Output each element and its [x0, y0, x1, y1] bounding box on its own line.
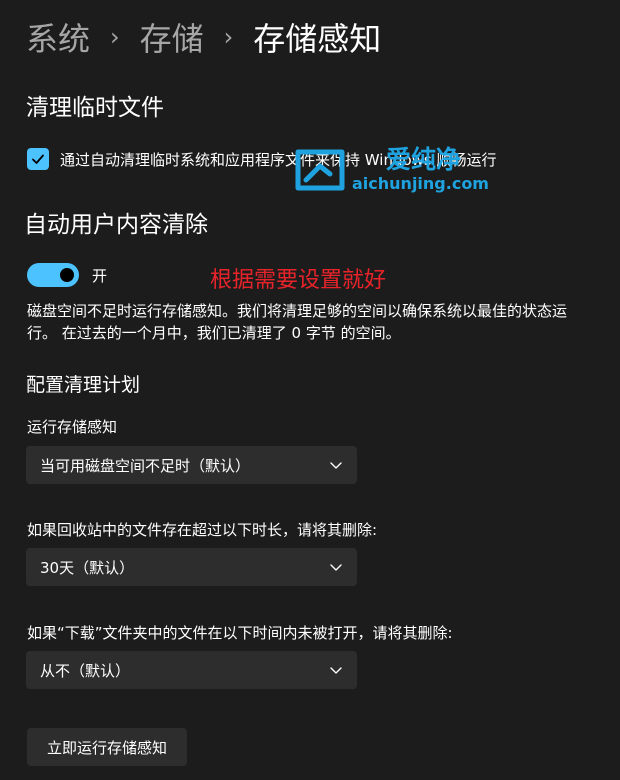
downloads-label: 如果“下载”文件夹中的文件在以下时间内未被打开，请将其删除:	[27, 624, 453, 642]
chevron-down-icon	[330, 667, 342, 674]
watermark: 爱纯净 aichunjing.com	[290, 140, 490, 196]
breadcrumb-system[interactable]: 系统	[26, 14, 90, 60]
watermark-name: 爱纯净	[386, 145, 462, 174]
downloads-dropdown[interactable]: 从不（默认）	[26, 651, 357, 689]
storage-sense-toggle[interactable]	[27, 263, 79, 287]
temp-files-checkbox[interactable]	[27, 148, 49, 170]
run-storage-sense-dropdown[interactable]: 当可用磁盘空间不足时（默认）	[26, 446, 357, 484]
checkmark-icon	[32, 154, 44, 164]
toggle-state-label: 开	[92, 267, 108, 285]
breadcrumb-storage[interactable]: 存储	[140, 14, 204, 60]
watermark-url: aichunjing.com	[352, 174, 489, 193]
run-storage-sense-label: 运行存储感知	[27, 418, 118, 436]
run-storage-sense-value: 当可用磁盘空间不足时（默认）	[40, 456, 251, 475]
recycle-bin-dropdown[interactable]: 30天（默认）	[26, 548, 357, 586]
run-storage-sense-now-button[interactable]: 立即运行存储感知	[27, 728, 187, 766]
recycle-bin-label: 如果回收站中的文件存在超过以下时长，请将其删除:	[27, 521, 378, 539]
chevron-down-icon	[330, 462, 342, 469]
schedule-heading: 配置清理计划	[26, 374, 141, 396]
watermark-logo-icon	[295, 149, 345, 191]
page-title: 存储感知	[253, 20, 382, 58]
breadcrumb: 系统 › 存储 › 存储感知	[26, 14, 381, 60]
recycle-bin-value: 30天（默认）	[40, 558, 135, 577]
downloads-value: 从不（默认）	[40, 661, 131, 680]
chevron-down-icon	[330, 564, 342, 571]
annotation-text: 根据需要设置就好	[210, 268, 387, 293]
auto-cleanup-description: 磁盘空间不足时运行存储感知。我们将清理足够的空间以确保系统以最佳的状态运行。 在…	[27, 302, 568, 342]
toggle-knob	[60, 268, 74, 282]
auto-cleanup-heading: 自动用户内容清除	[24, 212, 208, 238]
chevron-right-icon: ›	[110, 23, 120, 51]
temp-files-heading: 清理临时文件	[26, 95, 164, 121]
chevron-right-icon: ›	[223, 23, 234, 51]
